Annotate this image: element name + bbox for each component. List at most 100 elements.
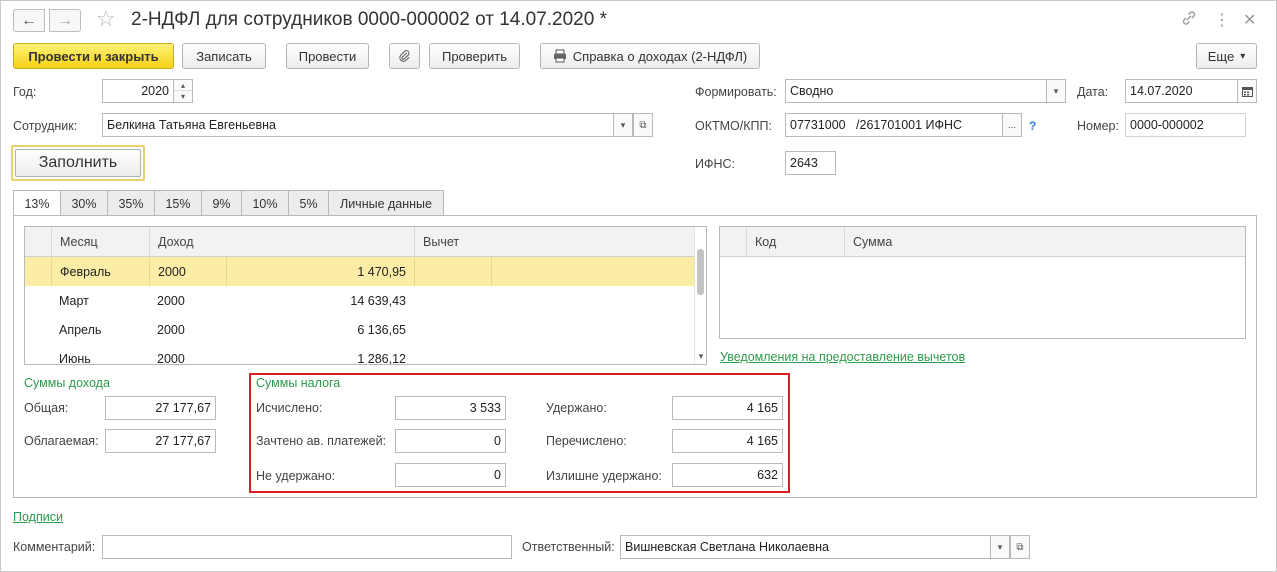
- deduction-grid-header: Код Сумма: [720, 227, 1245, 257]
- help-question-icon[interactable]: ?: [1029, 119, 1036, 133]
- favorite-star-icon[interactable]: ☆: [96, 8, 116, 30]
- ifns-label: ИФНС:: [695, 157, 736, 171]
- fill-button-frame: Заполнить: [11, 145, 145, 181]
- table-row[interactable]: Март 2000 14 639,43: [25, 286, 696, 315]
- table-row[interactable]: Июнь 2000 1 286,12: [25, 344, 696, 365]
- tab-15[interactable]: 15%: [154, 190, 202, 216]
- scrollbar-thumb[interactable]: [697, 249, 704, 295]
- income-certificate-button[interactable]: Справка о доходах (2-НДФЛ): [540, 43, 760, 69]
- form-mode-dropdown-icon[interactable]: ▾: [1046, 79, 1066, 103]
- ifns-input[interactable]: 2643: [785, 151, 836, 175]
- tab-5[interactable]: 5%: [288, 190, 329, 216]
- tab-personal-data[interactable]: Личные данные: [328, 190, 444, 216]
- tab-10[interactable]: 10%: [241, 190, 289, 216]
- tax-sums-title: Суммы налога: [256, 376, 341, 390]
- year-label: Год:: [13, 85, 37, 99]
- responsible-dropdown-icon[interactable]: ▾: [990, 535, 1010, 559]
- oktmo-kpp-label: ОКТМО/КПП:: [695, 119, 772, 133]
- responsible-open-icon[interactable]: ⧉: [1010, 535, 1030, 559]
- responsible-input[interactable]: Вишневская Светлана Николаевна: [620, 535, 991, 559]
- income-certificate-label: Справка о доходах (2-НДФЛ): [572, 48, 748, 64]
- table-row[interactable]: Апрель 2000 6 136,65: [25, 315, 696, 344]
- year-spinner[interactable]: ▴ ▾: [173, 79, 193, 103]
- employee-input[interactable]: Белкина Татьяна Евгеньевна: [102, 113, 614, 137]
- column-deduction[interactable]: Вычет: [414, 227, 696, 257]
- tab-13[interactable]: 13%: [13, 190, 61, 217]
- chevron-down-icon: ▾: [1240, 50, 1246, 62]
- responsible-label: Ответственный:: [522, 540, 615, 554]
- advance-payments-field[interactable]: 0: [395, 429, 506, 453]
- total-income-field[interactable]: 27 177,67: [105, 396, 216, 420]
- check-button[interactable]: Проверить: [429, 43, 520, 69]
- column-sum[interactable]: Сумма: [844, 227, 1245, 257]
- deduction-code-cell: [414, 257, 491, 286]
- table-row[interactable]: Февраль 2000 1 470,95: [25, 257, 696, 286]
- calculated-tax-label: Исчислено:: [256, 401, 323, 415]
- income-amount-cell: 6 136,65: [357, 322, 406, 337]
- back-button[interactable]: ←: [13, 9, 45, 32]
- income-code-cell: 2000: [157, 293, 185, 308]
- signatures-link[interactable]: Подписи: [13, 510, 63, 524]
- oktmo-kpp-input[interactable]: 07731000 /261701001 ИФНС: [785, 113, 1003, 137]
- paperclip-icon: [399, 50, 410, 62]
- income-code-cell: 2000: [157, 351, 185, 365]
- more-actions-label: Еще: [1207, 48, 1235, 64]
- form-mode-select[interactable]: Сводно: [785, 79, 1047, 103]
- spin-up-icon[interactable]: ▴: [174, 80, 192, 91]
- fill-button[interactable]: Заполнить: [15, 149, 141, 177]
- tab-30[interactable]: 30%: [60, 190, 108, 216]
- withheld-field[interactable]: 4 165: [672, 396, 783, 420]
- column-income[interactable]: Доход: [149, 227, 414, 257]
- not-withheld-field[interactable]: 0: [395, 463, 506, 487]
- more-vertical-icon[interactable]: ⋮: [1214, 10, 1230, 30]
- tab-9[interactable]: 9%: [201, 190, 242, 216]
- save-button[interactable]: Записать: [182, 43, 266, 69]
- post-button[interactable]: Провести: [286, 43, 369, 69]
- scroll-down-icon[interactable]: ▾: [695, 351, 706, 362]
- income-amount-cell: 1 286,12: [357, 351, 406, 365]
- attach-button[interactable]: [389, 43, 420, 69]
- number-input[interactable]: 0000-000002: [1125, 113, 1246, 137]
- transferred-label: Перечислено:: [546, 434, 627, 448]
- close-icon[interactable]: ✕: [1243, 10, 1256, 30]
- income-grid-scrollbar[interactable]: ▾: [694, 227, 706, 364]
- income-sums-title: Суммы дохода: [24, 376, 110, 390]
- comment-label: Комментарий:: [13, 540, 96, 554]
- deduction-grid: Код Сумма: [719, 226, 1246, 339]
- income-grid: Месяц Доход Вычет Февраль 2000 1 470,95 …: [24, 226, 707, 365]
- deduction-amount-cell: [491, 257, 696, 286]
- income-amount-cell: 14 639,43: [350, 293, 406, 308]
- forward-button[interactable]: →: [49, 9, 81, 32]
- month-cell: Март: [59, 293, 89, 308]
- over-withheld-field[interactable]: 632: [672, 463, 783, 487]
- not-withheld-label: Не удержано:: [256, 469, 336, 483]
- year-input[interactable]: 2020: [102, 79, 174, 103]
- column-month[interactable]: Месяц: [51, 227, 149, 257]
- more-actions-button[interactable]: Еще ▾: [1196, 43, 1257, 69]
- deduction-notifications-link[interactable]: Уведомления на предоставление вычетов: [720, 350, 965, 364]
- post-and-close-button[interactable]: Провести и закрыть: [13, 43, 174, 69]
- window-title: 2-НДФЛ для сотрудников 0000-000002 от 14…: [131, 9, 607, 30]
- date-input[interactable]: 14.07.2020: [1125, 79, 1238, 103]
- column-code[interactable]: Код: [746, 227, 844, 257]
- link-icon[interactable]: [1181, 10, 1197, 31]
- income-code-cell: 2000: [157, 322, 185, 337]
- tab-35[interactable]: 35%: [107, 190, 155, 216]
- employee-open-icon[interactable]: ⧉: [633, 113, 653, 137]
- employee-label: Сотрудник:: [13, 119, 78, 133]
- month-cell: Июнь: [59, 351, 91, 365]
- withheld-label: Удержано:: [546, 401, 607, 415]
- transferred-field[interactable]: 4 165: [672, 429, 783, 453]
- calculated-tax-field[interactable]: 3 533: [395, 396, 506, 420]
- employee-dropdown-icon[interactable]: ▾: [613, 113, 633, 137]
- over-withheld-label: Излишне удержано:: [546, 469, 662, 483]
- calendar-icon[interactable]: [1237, 79, 1257, 103]
- arrow-right-icon: →: [57, 11, 73, 29]
- date-label: Дата:: [1077, 85, 1109, 99]
- taxable-income-field[interactable]: 27 177,67: [105, 429, 216, 453]
- month-cell: Февраль: [51, 257, 149, 286]
- comment-input[interactable]: [102, 535, 512, 559]
- taxable-income-label: Облагаемая:: [24, 434, 99, 448]
- oktmo-select-button[interactable]: ...: [1002, 113, 1022, 137]
- spin-down-icon[interactable]: ▾: [174, 91, 192, 102]
